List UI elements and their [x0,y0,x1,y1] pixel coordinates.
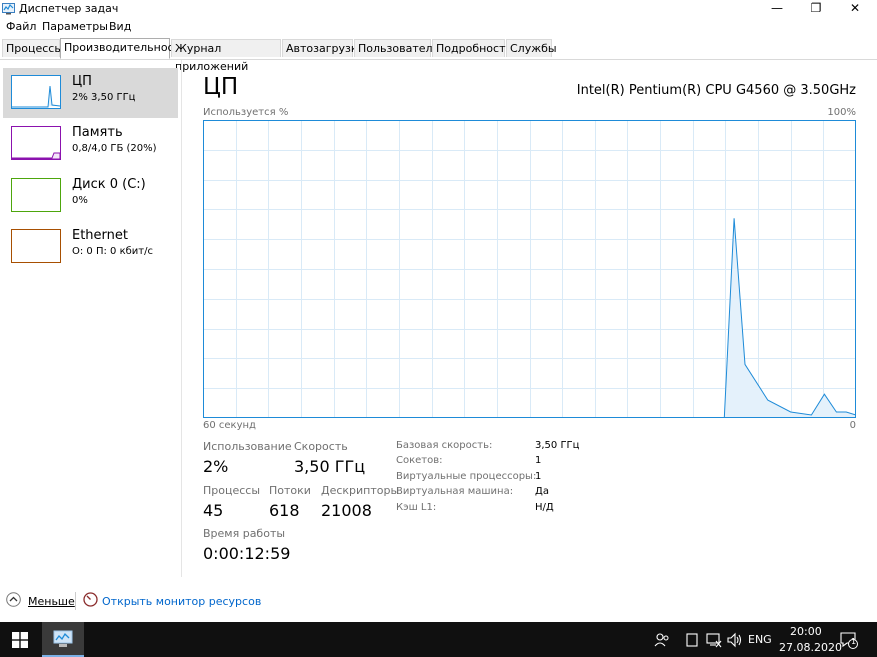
maximize-button[interactable]: ❐ [797,0,835,18]
graph-x-min: 0 [849,420,856,431]
handles-value: 21008 [321,501,372,520]
minimize-button[interactable]: — [758,0,796,18]
cpu-panel: ЦП Intel(R) Pentium(R) CPU G4560 @ 3.50G… [182,60,877,577]
graph-grid [203,120,856,418]
sidebar-item-cpu[interactable]: ЦП 2% 3,50 ГГц [3,68,178,118]
uptime-label: Время работы [203,527,286,540]
processes-label: Процессы [203,484,261,497]
taskbar: ENG 20:00 27.08.2020 1 [0,622,877,657]
cpu-mini-graph [12,85,61,108]
title-bar: Диспетчер задач — ❐ ✕ [0,0,877,18]
memory-thumbnail [11,126,61,160]
processes-value: 45 [203,501,224,520]
volume-icon[interactable] [726,632,742,648]
cpu-usage-graph [203,120,856,418]
start-button[interactable] [0,622,40,657]
menu-view[interactable]: Вид [109,20,131,33]
clock-time[interactable]: 20:00 [790,625,822,638]
task-manager-icon [53,630,73,647]
usage-label: Использование [203,440,292,453]
tab-bar: Процессы Производительность Журнал прило… [0,37,877,73]
handles-label: Дескрипторы [321,484,400,497]
threads-label: Потоки [269,484,311,497]
open-resource-monitor-link[interactable]: Открыть монитор ресурсов [102,595,261,608]
notification-count: 1 [851,637,857,646]
sidebar-item-title: ЦП [72,74,92,89]
page-title: ЦП [203,74,239,100]
cpu-model: Intel(R) Pentium(R) CPU G4560 @ 3.50GHz [576,83,856,98]
sidebar-item-sub: 0,8/4,0 ГБ (20%) [72,143,157,154]
windows-logo-icon [12,632,28,648]
ethernet-thumbnail [11,229,61,263]
input-language[interactable]: ENG [748,633,772,646]
base-speed-key: Базовая скорость: [396,440,493,451]
virtual-machine-value: Да [535,486,549,497]
network-icon[interactable] [706,632,722,648]
close-button[interactable]: ✕ [836,0,874,18]
sidebar-item-sub: 0% [72,195,88,206]
virtual-machine-key: Виртуальная машина: [396,486,514,497]
l1-cache-value: Н/Д [535,502,554,513]
uptime-value: 0:00:12:59 [203,544,291,563]
sidebar-item-title: Диск 0 (C:) [72,177,146,192]
footer-bar: Меньше Открыть монитор ресурсов [0,588,877,614]
tab-users[interactable]: Пользователи [354,39,440,57]
footer-divider [75,592,76,610]
threads-value: 618 [269,501,300,520]
sidebar-item-ethernet[interactable]: Ethernet О: 0 П: 0 кбит/с [3,222,178,272]
sidebar-item-title: Память [72,125,123,140]
notification-center-button[interactable]: 1 [840,631,858,649]
sidebar-item-disk[interactable]: Диск 0 (C:) 0% [3,171,178,221]
virtual-processors-key: Виртуальные процессоры: [396,471,537,482]
sockets-value: 1 [535,455,542,466]
tab-startup[interactable]: Автозагрузка [282,39,364,57]
tab-app-history[interactable]: Журнал приложений [171,39,281,73]
chevron-up-icon[interactable] [6,592,21,607]
graph-y-max: 100% [827,107,856,118]
l1-cache-key: Кэш L1: [396,502,437,513]
sockets-key: Сокетов: [396,455,443,466]
speed-label: Скорость [294,440,348,453]
people-icon[interactable] [654,632,670,648]
sidebar-item-sub: 2% 3,50 ГГц [72,92,136,103]
base-speed-value: 3,50 ГГц [535,440,580,451]
disk-thumbnail [11,178,61,212]
menu-options[interactable]: Параметры [42,20,108,33]
task-manager-icon [2,3,15,15]
usage-value: 2% [203,457,229,476]
graph-x-label: 60 секунд [203,420,256,431]
tablet-mode-icon[interactable] [684,632,700,648]
taskbar-task-manager[interactable] [42,622,84,657]
tab-processes[interactable]: Процессы [2,39,63,57]
memory-mini-graph [12,152,61,160]
sidebar-item-title: Ethernet [72,228,128,243]
menu-bar: Файл Параметры Вид [0,18,877,37]
sidebar-item-sub: О: 0 П: 0 кбит/с [72,246,153,257]
resource-monitor-icon[interactable] [83,592,98,607]
resource-sidebar: ЦП 2% 3,50 ГГц Память 0,8/4,0 ГБ (20%) Д… [0,60,182,577]
speed-value: 3,50 ГГц [294,457,366,476]
cpu-thumbnail [11,75,61,109]
virtual-processors-value: 1 [535,471,542,482]
graph-y-label: Используется % [203,107,289,118]
tab-performance[interactable]: Производительность [60,38,187,59]
menu-file[interactable]: Файл [6,20,36,33]
sidebar-item-memory[interactable]: Память 0,8/4,0 ГБ (20%) [3,119,178,169]
fewer-details-link[interactable]: Меньше [28,595,75,608]
tab-services[interactable]: Службы [506,39,557,57]
tab-details[interactable]: Подробности [432,39,513,57]
clock-date[interactable]: 27.08.2020 [779,641,842,654]
window-title: Диспетчер задач [19,2,119,15]
